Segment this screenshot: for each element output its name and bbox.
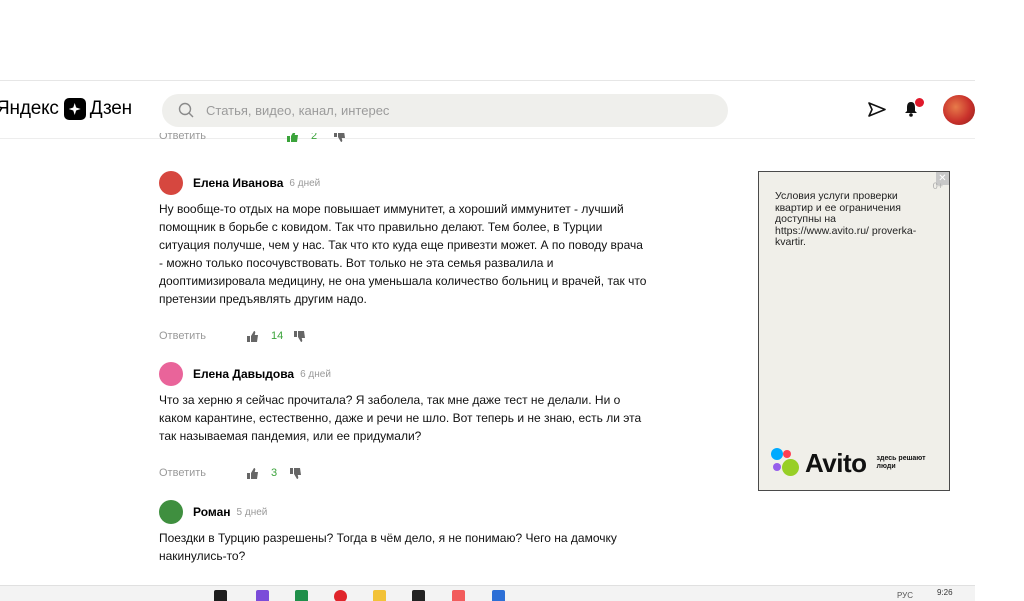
avito-logo[interactable]: Avito здесь решают люди — [771, 448, 945, 478]
excel-icon[interactable] — [295, 590, 308, 601]
opera-icon[interactable] — [334, 590, 347, 601]
zen-app-icon[interactable] — [412, 590, 425, 601]
send-icon[interactable] — [868, 102, 886, 117]
avito-dots-icon — [771, 448, 801, 478]
dislike-icon[interactable] — [333, 133, 346, 143]
comment-author[interactable]: Роман — [193, 505, 231, 519]
comment-actions: Ответить 14 — [159, 328, 649, 344]
like-icon[interactable] — [246, 330, 259, 343]
os-taskbar: РУС 9:26 — [0, 585, 975, 601]
avatar[interactable] — [159, 171, 183, 195]
folder-icon[interactable] — [373, 590, 386, 601]
logo-yandex-text: Яндекс — [0, 98, 59, 119]
clock[interactable]: 9:26 — [937, 588, 953, 597]
comment: Елена Давыдова 6 дней Что за херню я сей… — [159, 362, 649, 481]
yandex-browser-icon[interactable] — [452, 590, 465, 601]
search-input[interactable] — [206, 94, 686, 127]
top-header: Яндекс Дзен — [0, 80, 975, 139]
previous-comment-actions: Ответить 2 — [159, 133, 359, 143]
like-icon[interactable] — [246, 467, 259, 480]
dislike-icon[interactable] — [289, 467, 302, 480]
logo-zen-text: Дзен — [89, 98, 132, 119]
comment-author[interactable]: Елена Иванова — [193, 176, 283, 190]
like-count: 2 — [311, 133, 318, 142]
ad-age-rating: 0+ — [932, 181, 943, 191]
like-count: 14 — [271, 330, 284, 342]
comment-time: 6 дней — [300, 368, 331, 380]
viber-icon[interactable] — [256, 590, 269, 601]
search-box[interactable] — [162, 94, 728, 127]
reply-button[interactable]: Ответить — [159, 133, 246, 142]
like-icon[interactable] — [286, 133, 299, 143]
comment: Роман 5 дней Поездки в Турцию разрешены?… — [159, 500, 649, 565]
comment-time: 6 дней — [289, 177, 321, 189]
comment: Елена Иванова 6 дней Ну вообще-то отдых … — [159, 171, 649, 344]
comment-text: Что за херню я сейчас прочитала? Я забол… — [159, 393, 642, 443]
like-count: 3 — [271, 467, 278, 479]
comment-actions: Ответить 3 — [159, 465, 649, 481]
ad-text: Условия услуги проверки квартир и ее огр… — [775, 190, 917, 248]
search-icon — [178, 102, 194, 118]
reply-button[interactable]: Ответить — [159, 467, 246, 479]
comment-text: Поездки в Турцию разрешены? Тогда в чём … — [159, 531, 617, 563]
advertisement[interactable]: ✕ 0+ Условия услуги проверки квартир и е… — [758, 171, 950, 491]
ad-tagline: здесь решают люди — [876, 455, 926, 470]
zen-logo-icon — [63, 98, 86, 120]
input-language[interactable]: РУС — [897, 591, 913, 600]
edge-icon[interactable] — [492, 590, 505, 601]
ad-brand: Avito — [805, 447, 867, 478]
app-icon[interactable] — [214, 590, 227, 601]
comment-author[interactable]: Елена Давыдова — [193, 367, 294, 381]
logo[interactable]: Яндекс Дзен — [0, 97, 132, 121]
notification-badge — [915, 98, 924, 107]
dislike-icon[interactable] — [293, 330, 306, 343]
comment-time: 5 дней — [236, 506, 268, 518]
reply-button[interactable]: Ответить — [159, 330, 246, 342]
avatar[interactable] — [159, 500, 183, 524]
user-avatar[interactable] — [943, 95, 975, 125]
avatar[interactable] — [159, 362, 183, 386]
comment-text: Ну вообще-то отдых на море повышает имму… — [159, 202, 647, 306]
